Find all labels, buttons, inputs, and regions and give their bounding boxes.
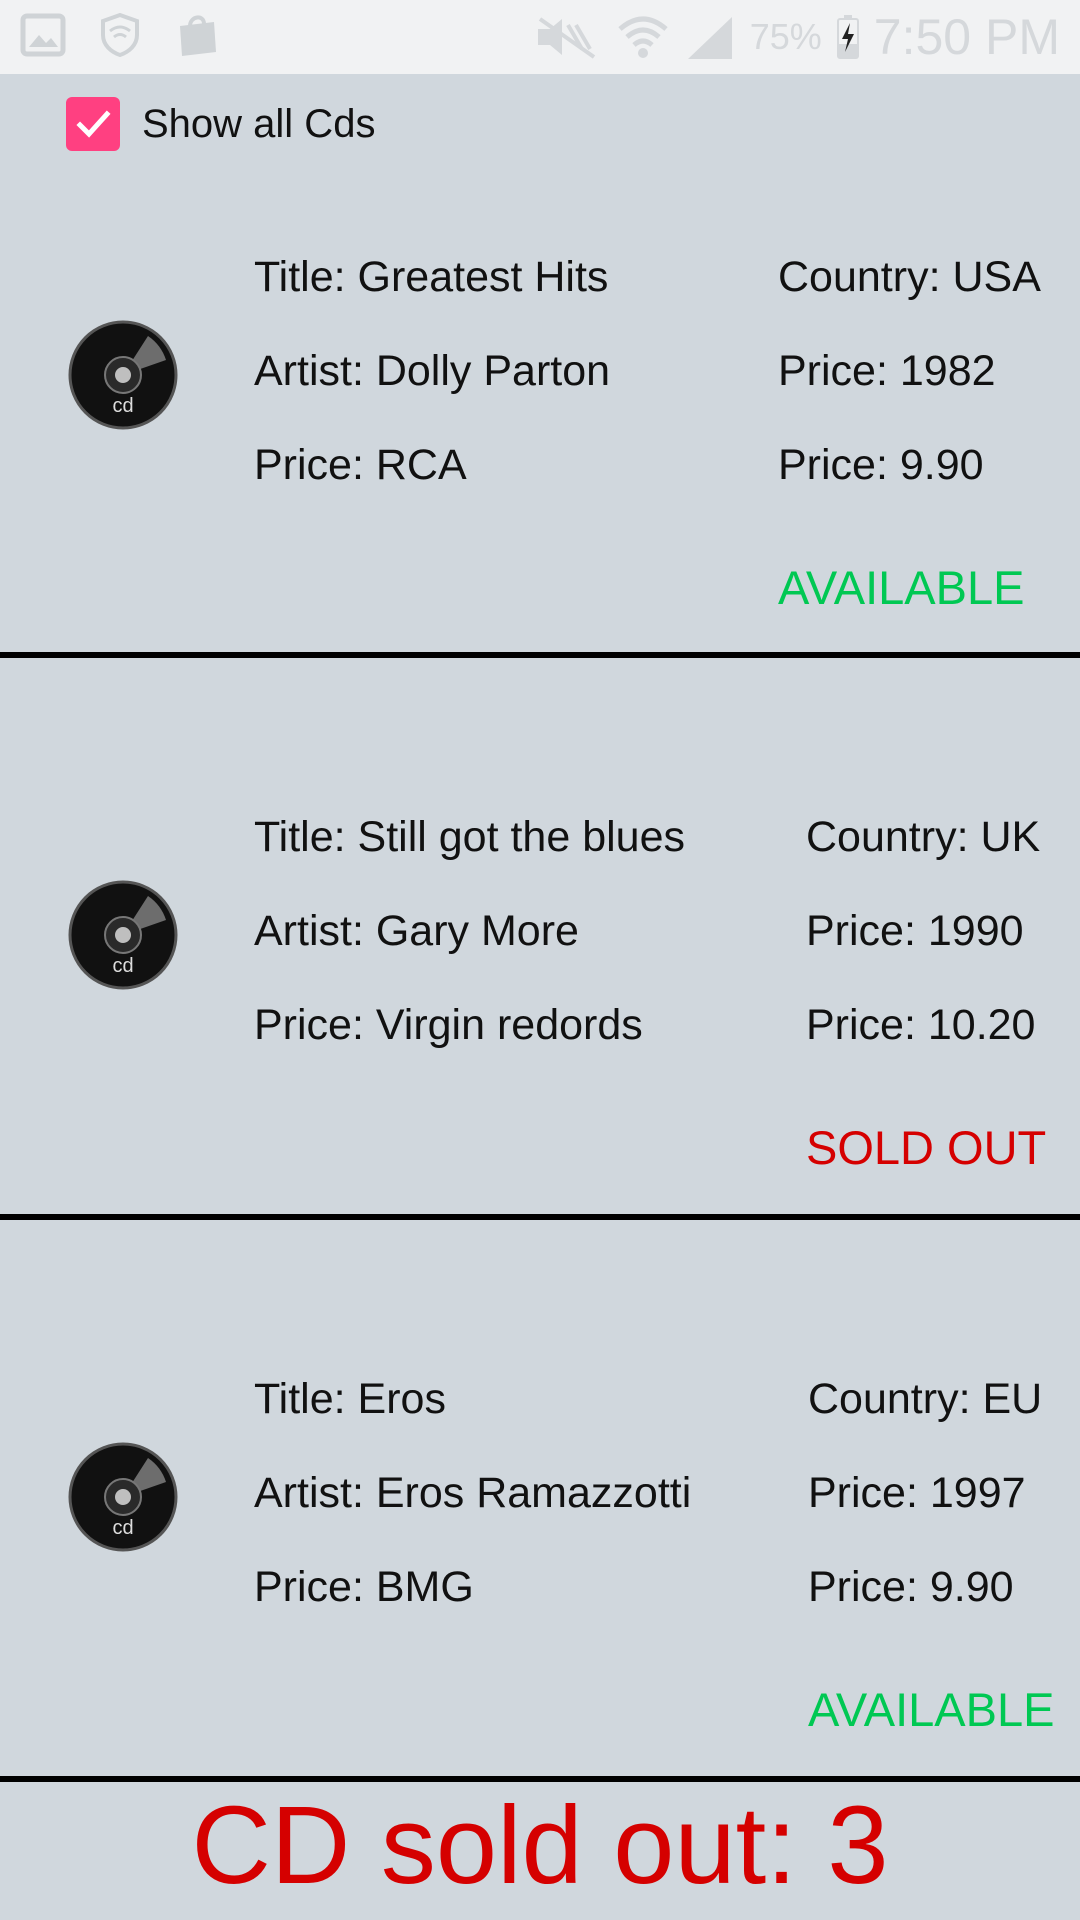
shield-wifi-icon [100, 13, 140, 57]
checkmark-icon [76, 110, 111, 138]
cd-country: Country: UK [806, 813, 1041, 861]
cd-price: Price: 10.20 [806, 1001, 1036, 1049]
battery-charging-icon [836, 14, 860, 60]
clock: 7:50 PM [873, 9, 1060, 65]
cd-year: Price: 1982 [778, 347, 996, 395]
cd-company: Price: RCA [254, 441, 467, 489]
cd-list-item[interactable]: cd Title: Greatest Hits Artist: Dolly Pa… [0, 162, 1080, 658]
svg-text:cd: cd [112, 955, 133, 977]
cd-company: Price: BMG [254, 1563, 474, 1611]
cd-title: Title: Eros [254, 1375, 446, 1423]
cd-icon: cd [68, 880, 178, 990]
status-bar: 75% 7:50 PM [0, 0, 1080, 74]
cd-artist: Artist: Eros Ramazzotti [254, 1469, 692, 1517]
cd-country: Country: USA [778, 253, 1041, 301]
show-all-checkbox[interactable] [66, 97, 120, 151]
cd-status-badge: AVAILABLE [808, 1683, 1055, 1736]
cd-year: Price: 1997 [808, 1469, 1026, 1517]
cd-price: Price: 9.90 [808, 1563, 1014, 1611]
signal-icon [684, 13, 736, 61]
cd-price: Price: 9.90 [778, 441, 984, 489]
store-bag-icon [174, 12, 220, 58]
cd-artist: Artist: Dolly Parton [254, 347, 611, 395]
cd-title: Title: Still got the blues [254, 813, 686, 861]
sold-out-count: CD sold out: 3 [191, 1784, 889, 1907]
show-all-toggle[interactable]: Show all Cds [66, 97, 375, 151]
cd-status-badge: AVAILABLE [778, 561, 1025, 614]
cd-icon: cd [68, 1442, 178, 1552]
cd-company: Price: Virgin redords [254, 1001, 643, 1049]
cd-year: Price: 1990 [806, 907, 1024, 955]
mute-icon [532, 15, 602, 59]
gallery-icon [20, 13, 66, 57]
show-all-label: Show all Cds [142, 101, 376, 146]
cd-icon: cd [68, 320, 178, 430]
wifi-icon [616, 13, 670, 61]
cd-country: Country: EU [808, 1375, 1043, 1423]
cd-title: Title: Greatest Hits [254, 253, 609, 301]
svg-text:cd: cd [112, 395, 133, 417]
cd-list-item[interactable]: cd Title: Eros Artist: Eros Ramazzotti P… [0, 1220, 1080, 1782]
cd-list-item[interactable]: cd Title: Still got the blues Artist: Ga… [0, 658, 1080, 1220]
cd-status-badge: SOLD OUT [806, 1121, 1047, 1174]
svg-text:cd: cd [112, 1517, 133, 1539]
battery-percent: 75% [749, 16, 822, 57]
cd-artist: Artist: Gary More [254, 907, 579, 955]
